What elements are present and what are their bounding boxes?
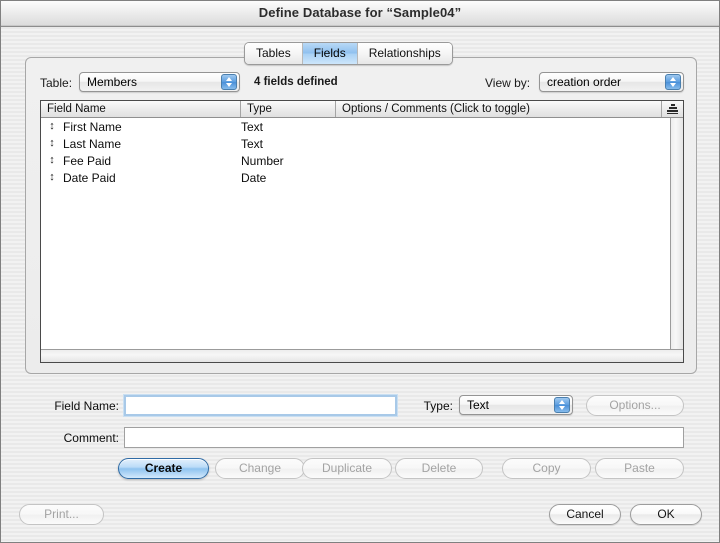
drag-handle-icon[interactable]: ↕ — [41, 152, 63, 169]
drag-handle-icon[interactable]: ↕ — [41, 118, 63, 135]
field-type-cell: Number — [241, 154, 336, 168]
column-header-options-comments[interactable]: Options / Comments (Click to toggle) — [336, 101, 662, 117]
fields-panel: Table: Members 4 fields defined View by:… — [25, 57, 697, 374]
field-name-cell: Date Paid — [63, 171, 241, 185]
comment-input[interactable] — [124, 427, 684, 448]
field-list[interactable]: Field Name Type Options / Comments (Clic… — [40, 100, 684, 363]
field-name-cell: Last Name — [63, 137, 241, 151]
delete-button[interactable]: Delete — [395, 458, 483, 479]
column-header-field-name[interactable]: Field Name — [41, 101, 241, 117]
field-name-cell: First Name — [63, 120, 241, 134]
fields-defined-count: 4 fields defined — [254, 76, 338, 88]
viewby-select-value: creation order — [547, 75, 621, 89]
table-row[interactable]: ↕ Last Name Text — [41, 135, 670, 152]
horizontal-scrollbar[interactable] — [41, 349, 683, 362]
tab-fields[interactable]: Fields — [303, 43, 358, 64]
create-button[interactable]: Create — [118, 458, 209, 479]
type-select[interactable]: Text — [459, 395, 573, 415]
field-type-cell: Text — [241, 120, 336, 134]
print-button[interactable]: Print... — [19, 504, 104, 525]
tab-tables[interactable]: Tables — [245, 43, 303, 64]
window-titlebar[interactable]: Define Database for “Sample04” — [1, 1, 719, 27]
column-header-type[interactable]: Type — [241, 101, 336, 117]
drag-handle-icon[interactable]: ↕ — [41, 169, 63, 186]
table-row[interactable]: ↕ Fee Paid Number — [41, 152, 670, 169]
field-list-header: Field Name Type Options / Comments (Clic… — [41, 101, 683, 118]
table-select[interactable]: Members — [79, 72, 240, 92]
chevron-updown-icon — [221, 74, 237, 90]
chevron-updown-icon — [665, 74, 681, 90]
options-button[interactable]: Options... — [586, 395, 684, 416]
field-name-input[interactable] — [124, 395, 397, 416]
type-label: Type: — [413, 399, 453, 413]
change-button[interactable]: Change — [215, 458, 305, 479]
paste-button[interactable]: Paste — [595, 458, 684, 479]
field-name-cell: Fee Paid — [63, 154, 241, 168]
field-type-cell: Text — [241, 137, 336, 151]
table-row[interactable]: ↕ First Name Text — [41, 118, 670, 135]
table-select-value: Members — [87, 75, 137, 89]
duplicate-button[interactable]: Duplicate — [302, 458, 392, 479]
define-database-window: Define Database for “Sample04” Tables Fi… — [0, 0, 720, 543]
cancel-button[interactable]: Cancel — [549, 504, 621, 525]
drag-handle-icon[interactable]: ↕ — [41, 135, 63, 152]
type-select-value: Text — [467, 398, 489, 412]
viewby-label: View by: — [485, 76, 530, 90]
field-name-label: Field Name: — [23, 399, 119, 413]
tab-relationships[interactable]: Relationships — [358, 43, 452, 64]
comment-label: Comment: — [23, 431, 119, 445]
viewby-select[interactable]: creation order — [539, 72, 684, 92]
field-type-cell: Date — [241, 171, 336, 185]
table-row[interactable]: ↕ Date Paid Date — [41, 169, 670, 186]
copy-button[interactable]: Copy — [502, 458, 591, 479]
sort-lines-icon — [667, 104, 678, 114]
chevron-updown-icon — [554, 397, 570, 413]
vertical-scrollbar[interactable] — [670, 118, 683, 349]
column-header-sort[interactable] — [662, 101, 683, 117]
field-list-body[interactable]: ↕ First Name Text ↕ Last Name Text ↕ Fee… — [41, 118, 670, 349]
ok-button[interactable]: OK — [630, 504, 702, 525]
table-label: Table: — [40, 76, 72, 90]
window-title: Define Database for “Sample04” — [1, 5, 719, 20]
tab-strip: Tables Fields Relationships — [244, 42, 453, 65]
